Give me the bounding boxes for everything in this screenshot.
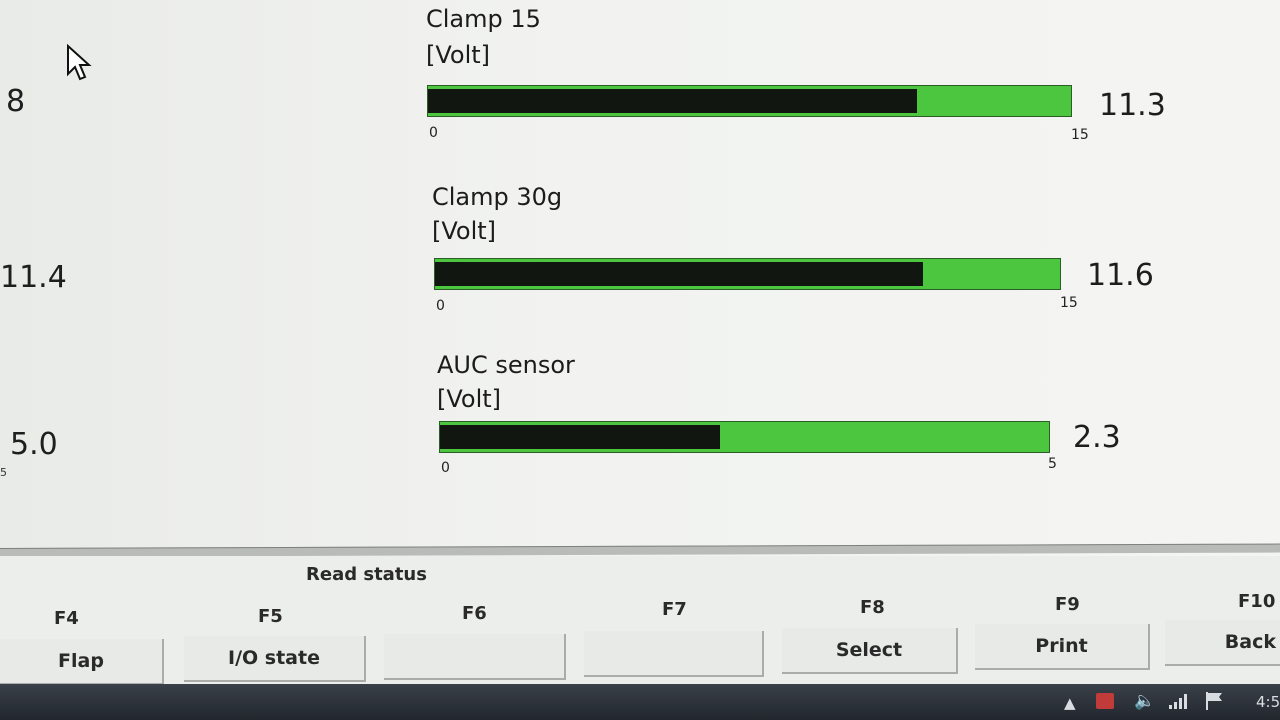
taskbar: ▲ 🔈 4:5	[0, 684, 1280, 720]
gauge-bar-fill	[435, 262, 923, 286]
gauge-bar	[439, 421, 1050, 453]
gauge-unit: [Volt]	[437, 385, 502, 413]
f7-button[interactable]	[584, 631, 764, 677]
gauge-auc-sensor: AUC sensor [Volt] 0 5 2.3	[436, 344, 1196, 494]
fkey-label-f4: F4	[54, 608, 79, 629]
back-button[interactable]: Back	[1165, 620, 1280, 666]
io-state-button[interactable]: I/O state	[184, 636, 366, 682]
fkey-label-f5: F5	[258, 606, 283, 627]
taskbar-clock[interactable]: 4:5	[1256, 693, 1280, 711]
f6-button[interactable]	[384, 634, 566, 680]
left-value-3: 5.0	[10, 427, 58, 462]
gauge-value: 2.3	[1073, 420, 1121, 455]
gauge-min-label: 0	[429, 125, 438, 141]
fkey-label-f7: F7	[662, 599, 687, 620]
flag-icon[interactable]	[1204, 691, 1226, 711]
gauge-title: AUC sensor	[437, 351, 575, 379]
gauge-bar-fill	[428, 89, 917, 113]
gauge-title: Clamp 15	[426, 5, 541, 33]
section-label-read-status: Read status	[306, 564, 427, 585]
gauge-max-label: 5	[1048, 456, 1057, 472]
gauge-value: 11.3	[1099, 88, 1166, 123]
left-tick-label: 5	[0, 466, 7, 479]
divider	[0, 543, 1280, 557]
left-value-2: 11.4	[0, 260, 67, 295]
function-key-bar: Read status F4 F5 F6 F7 F8 F9 F10 Flap I…	[0, 556, 1280, 686]
select-button[interactable]: Select	[782, 628, 958, 674]
signal-icon[interactable]	[1168, 692, 1190, 710]
volume-icon[interactable]: 🔈	[1134, 691, 1155, 711]
fkey-label-f10: F10	[1238, 591, 1276, 612]
mouse-cursor-icon	[67, 44, 92, 81]
gauge-unit: [Volt]	[432, 217, 497, 245]
gauge-max-label: 15	[1071, 127, 1089, 143]
flap-button[interactable]: Flap	[0, 639, 164, 685]
fkey-label-f8: F8	[860, 597, 885, 618]
network-error-icon[interactable]	[1096, 693, 1114, 709]
print-button[interactable]: Print	[975, 624, 1150, 670]
gauge-clamp-15: Clamp 15 [Volt] 0 15 11.3	[425, 0, 1185, 150]
left-value-1: 8	[6, 84, 26, 119]
gauge-title: Clamp 30g	[432, 183, 563, 211]
gauge-min-label: 0	[441, 460, 450, 476]
gauge-min-label: 0	[436, 298, 445, 314]
gauge-bar-fill	[440, 425, 721, 449]
fkey-label-f6: F6	[462, 603, 487, 624]
fkey-label-f9: F9	[1055, 594, 1080, 615]
gauge-max-label: 15	[1060, 295, 1078, 311]
gauge-bar	[434, 258, 1061, 290]
gauge-value: 11.6	[1087, 258, 1154, 293]
gauge-bar	[427, 85, 1072, 117]
chevron-up-icon[interactable]: ▲	[1064, 694, 1076, 712]
gauge-unit: [Volt]	[426, 41, 491, 69]
gauge-clamp-30g: Clamp 30g [Volt] 0 15 11.6	[431, 176, 1191, 326]
